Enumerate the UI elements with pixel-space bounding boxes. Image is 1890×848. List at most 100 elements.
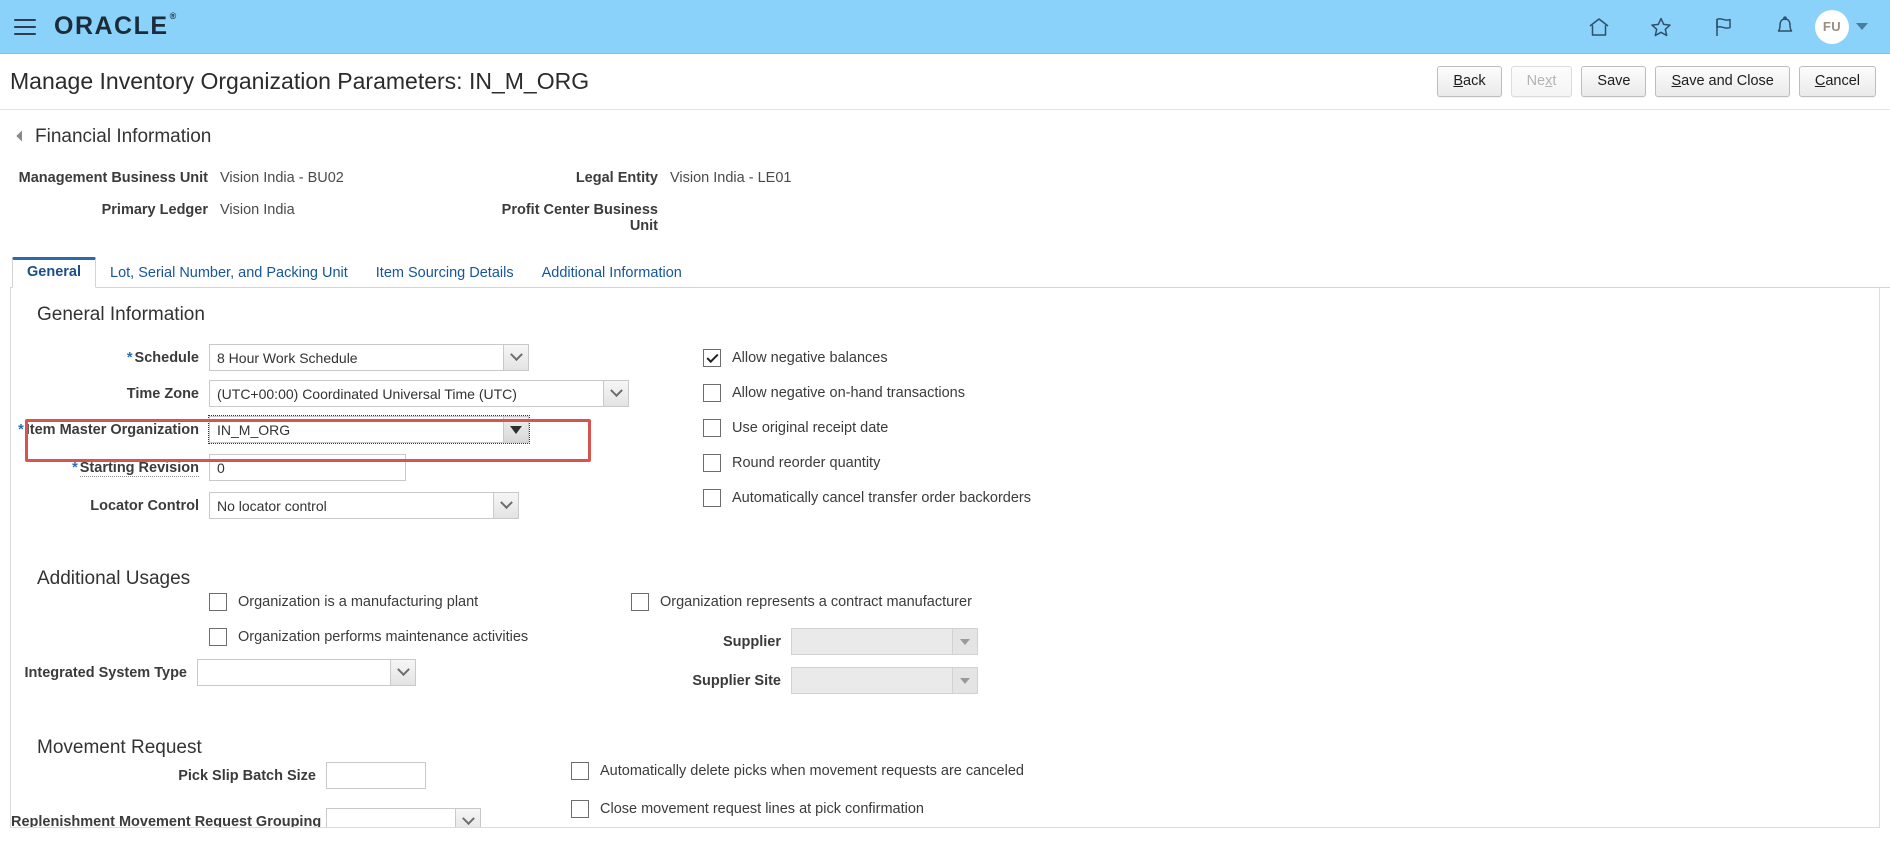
checkbox-round-reorder-quantity[interactable] [703,454,721,472]
page-title-bar: Manage Inventory Organization Parameters… [0,54,1890,110]
general-information-left-fields: * Schedule 8 Hour Work Schedule Time Zone… [11,344,631,528]
caret-down-icon[interactable] [952,668,977,693]
checkbox-allow-negative-balances[interactable] [703,349,721,367]
value-management-business-unit: Vision India - BU02 [220,170,344,186]
next-button[interactable]: Next [1510,65,1573,98]
additional-usages-left: Organization is a manufacturing plant Or… [11,593,651,695]
caret-down-icon[interactable] [952,629,977,654]
required-asterisk-schedule: * [126,349,133,366]
financial-information-collapse-header[interactable]: Financial Information [10,110,1890,154]
bell-icon[interactable] [1771,13,1799,41]
checkbox-allow-negative-on-hand-transactions[interactable] [703,384,721,402]
movement-request-title: Movement Request [37,737,202,758]
chevron-down-icon[interactable] [390,660,415,685]
label-close-movement-request-lines: Close movement request lines at pick con… [600,801,924,817]
label-schedule: * Schedule [11,350,209,366]
checkbox-row-round-reorder-quantity: Round reorder quantity [703,454,1031,472]
checkbox-use-original-receipt-date[interactable] [703,419,721,437]
favorites-star-icon[interactable] [1647,13,1675,41]
label-allow-negative-on-hand-transactions: Allow negative on-hand transactions [732,385,965,401]
checkbox-close-movement-request-lines[interactable] [571,800,589,818]
triangle-collapse-icon [16,130,28,142]
supplier-select[interactable] [791,628,978,655]
label-time-zone: Time Zone [126,385,199,402]
chevron-down-icon[interactable] [493,493,518,518]
checkbox-row-auto-delete-picks: Automatically delete picks when movement… [571,762,1271,780]
label-pick-slip-batch-size: Pick Slip Batch Size [178,767,316,784]
label-allow-negative-balances: Allow negative balances [732,350,888,366]
label-primary-ledger: Primary Ledger [101,202,208,218]
time-zone-select[interactable]: (UTC+00:00) Coordinated Universal Time (… [209,380,629,407]
checkbox-organization-performs-maintenance-activities[interactable] [209,628,227,646]
field-row-time-zone: Time Zone (UTC+00:00) Coordinated Univer… [11,380,631,407]
home-icon[interactable] [1585,13,1613,41]
item-master-organization-select[interactable]: IN_M_ORG [208,415,530,444]
tab-additional-information[interactable]: Additional Information [528,259,696,288]
chevron-down-icon[interactable] [603,381,628,406]
tab-general[interactable]: General [12,257,96,288]
field-row-schedule: * Schedule 8 Hour Work Schedule [11,344,631,371]
back-button-label: ack [1463,72,1486,89]
field-row-item-master-organization: * Item Master Organization IN_M_ORG [11,415,631,444]
hamburger-icon[interactable] [14,14,40,40]
label-starting-revision-text: Starting Revision [79,459,199,477]
field-row-replenishment-movement-request-grouping: Replenishment Movement Request Grouping [11,808,651,827]
checkbox-row-automatically-cancel-transfer-order-backorders: Automatically cancel transfer order back… [703,489,1031,507]
caret-down-icon[interactable] [503,417,528,442]
pick-slip-batch-size-input[interactable] [326,762,426,789]
checkbox-row-allow-negative-on-hand-transactions: Allow negative on-hand transactions [703,384,1031,402]
checkbox-row-allow-negative-balances: Allow negative balances [703,349,1031,367]
tabbar-wrap: General Lot, Serial Number, and Packing … [0,256,1890,288]
back-button[interactable]: Back [1437,65,1502,98]
additional-usages-right: Organization represents a contract manuf… [631,593,1251,703]
checkbox-row-manufacturing-plant: Organization is a manufacturing plant [209,593,651,611]
financial-information-title: Financial Information [35,126,212,147]
label-organization-performs-maintenance-activities: Organization performs maintenance activi… [238,629,529,645]
integrated-system-type-select[interactable] [197,659,416,686]
label-automatically-delete-picks: Automatically delete picks when movement… [600,763,1024,779]
label-item-master-organization: * Item Master Organization [11,422,209,438]
checkbox-organization-is-manufacturing-plant[interactable] [209,593,227,611]
save-and-close-button[interactable]: Save and Close [1655,65,1790,98]
field-row-supplier-site: Supplier Site [631,667,1251,694]
chevron-down-icon[interactable] [503,345,528,370]
chevron-down-icon[interactable] [455,809,480,827]
movement-request-right: Automatically delete picks when movement… [571,762,1271,827]
user-menu[interactable]: FU [1815,9,1868,44]
checkbox-row-use-original-receipt-date: Use original receipt date [703,419,1031,437]
required-asterisk-starting-revision: * [72,459,78,476]
item-master-organization-value: IN_M_ORG [217,421,291,438]
field-row-starting-revision: * Starting Revision 0 [11,454,631,481]
tab-item-sourcing-details[interactable]: Item Sourcing Details [362,259,528,288]
cancel-button[interactable]: Cancel [1798,65,1876,98]
label-starting-revision: * Starting Revision [11,459,209,477]
field-row-pick-slip-batch-size: Pick Slip Batch Size [11,762,651,789]
tab-lot-serial-number-packing-unit[interactable]: Lot, Serial Number, and Packing Unit [96,259,362,288]
checkbox-organization-represents-contract-manufacturer[interactable] [631,593,649,611]
chevron-down-icon [1856,23,1868,30]
checkbox-automatically-cancel-transfer-order-backorders[interactable] [703,489,721,507]
schedule-value: 8 Hour Work Schedule [217,349,358,366]
flag-icon[interactable] [1709,13,1737,41]
checkbox-automatically-delete-picks[interactable] [571,762,589,780]
label-use-original-receipt-date: Use original receipt date [732,420,889,436]
movement-request-left: Pick Slip Batch Size Replenishment Movem… [11,762,651,827]
financial-information-grid: Management Business Unit Vision India - … [10,154,1890,242]
label-supplier-site: Supplier Site [692,672,781,689]
page-action-buttons: Back Next Save Save and Close Cancel [1437,65,1876,98]
general-information-title: General Information [37,304,205,325]
replenishment-movement-request-grouping-select[interactable] [326,808,481,827]
label-schedule-text: Schedule [134,349,199,366]
oracle-logo[interactable]: ORACLE® [54,11,177,41]
checkbox-row-contract-manufacturer: Organization represents a contract manuf… [631,593,1251,611]
global-header: ORACLE® FU [0,0,1890,54]
save-button[interactable]: Save [1581,65,1647,98]
additional-usages-title: Additional Usages [37,568,191,589]
label-automatically-cancel-transfer-order-backorders: Automatically cancel transfer order back… [732,490,1031,506]
starting-revision-value: 0 [217,459,225,476]
field-row-supplier: Supplier [631,628,1251,655]
schedule-select[interactable]: 8 Hour Work Schedule [209,344,529,371]
locator-control-select[interactable]: No locator control [209,492,519,519]
starting-revision-input[interactable]: 0 [209,454,406,481]
supplier-site-select[interactable] [791,667,978,694]
